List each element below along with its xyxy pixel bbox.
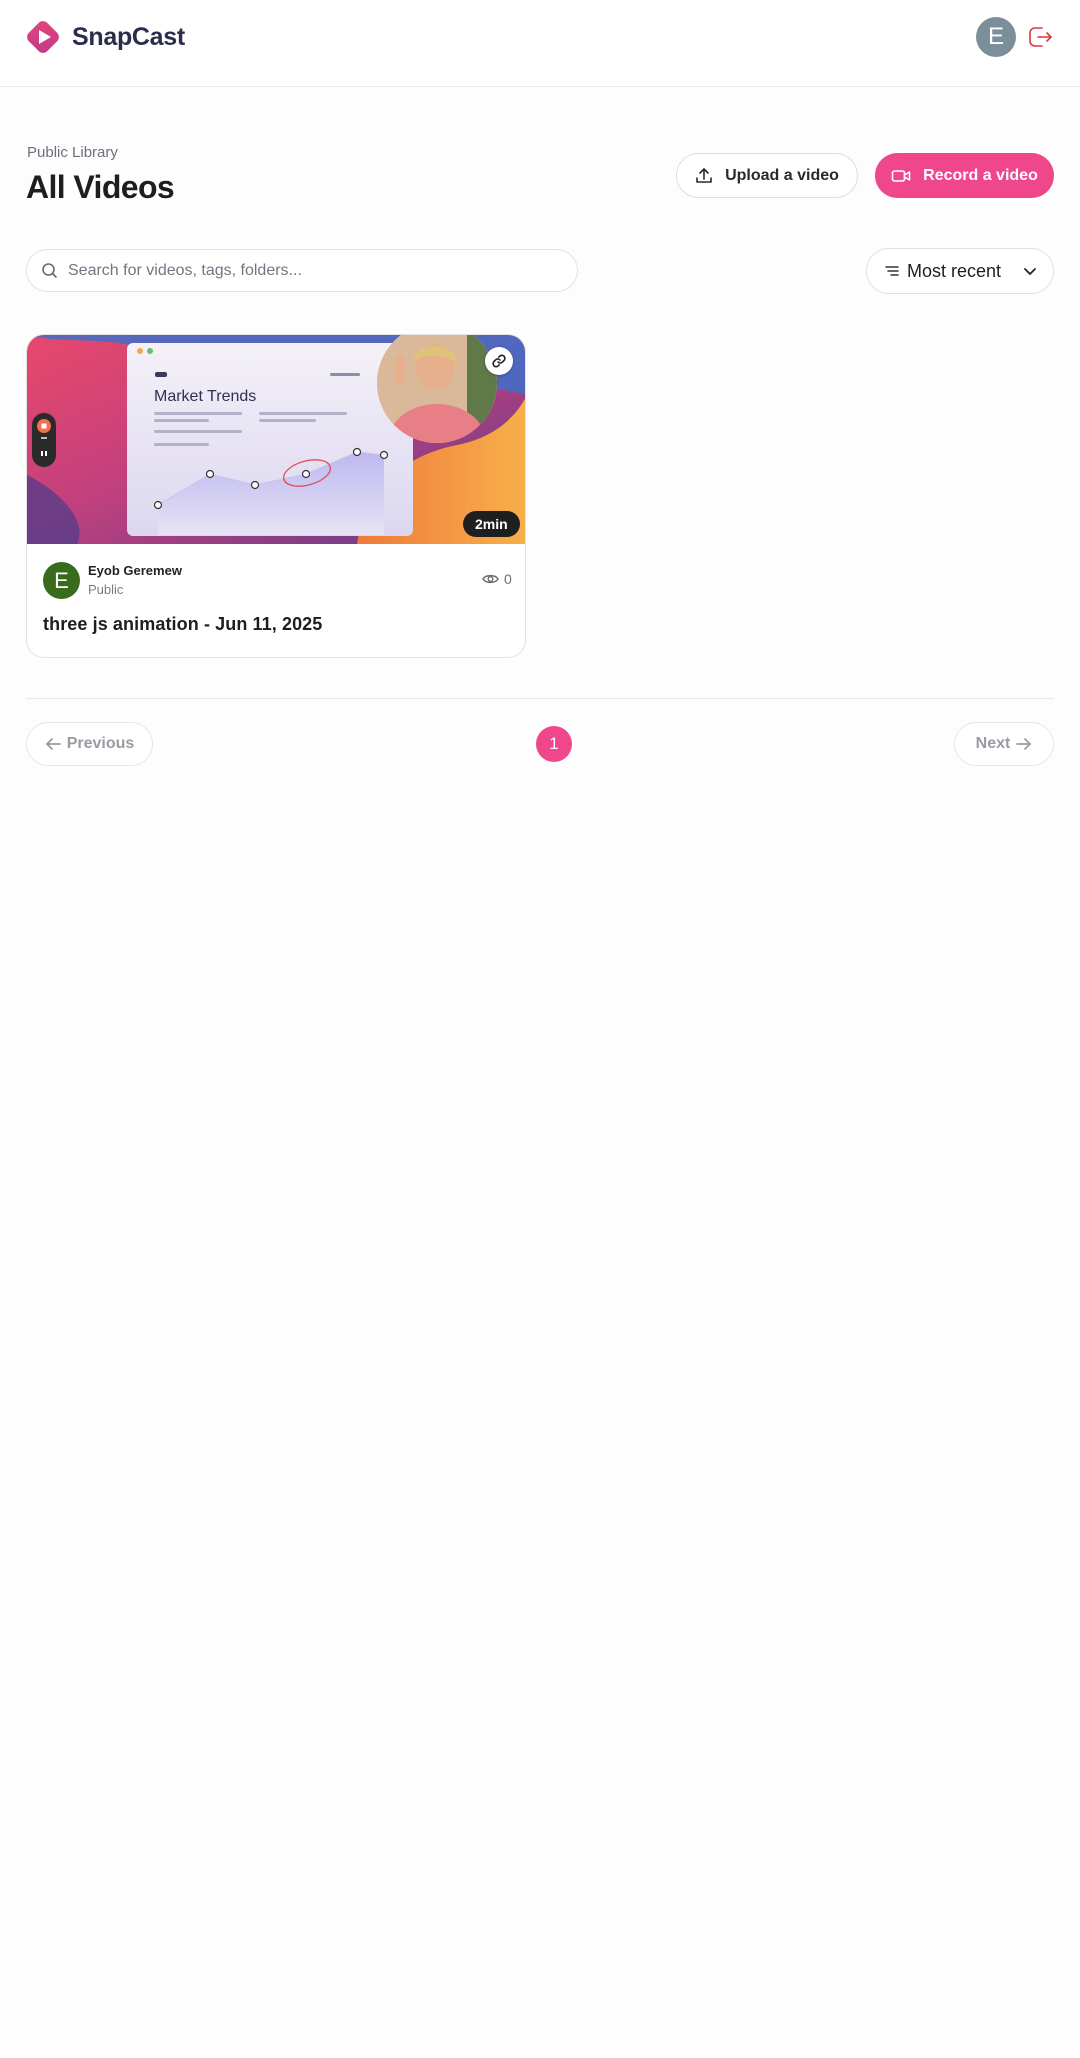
next-page-label: Next xyxy=(975,735,1011,752)
user-avatar[interactable]: E xyxy=(976,17,1016,57)
record-video-button[interactable]: Record a video xyxy=(875,153,1054,198)
video-visibility: Public xyxy=(88,582,124,597)
video-title[interactable]: three js animation - Jun 11, 2025 xyxy=(43,614,322,635)
link-icon xyxy=(492,354,506,368)
copy-link-button[interactable] xyxy=(485,347,513,375)
video-thumbnail[interactable]: Market Trends xyxy=(27,335,526,544)
video-duration-badge: 2min xyxy=(463,511,520,537)
record-video-label: Record a video xyxy=(923,166,1038,184)
author-name: Eyob Geremew xyxy=(88,563,182,578)
app-logo[interactable]: SnapCast xyxy=(24,18,185,56)
eye-icon xyxy=(482,574,499,584)
search-bar xyxy=(26,249,578,292)
view-count: 0 xyxy=(482,571,512,587)
search-input[interactable] xyxy=(68,261,548,280)
sort-selected-value: Most recent xyxy=(907,260,1002,281)
view-count-value: 0 xyxy=(504,571,512,587)
upload-video-label: Upload a video xyxy=(725,166,839,184)
thumbnail-heading: Market Trends xyxy=(154,388,256,405)
page-number-button[interactable]: 1 xyxy=(536,726,572,762)
page-subtitle: Public Library xyxy=(27,144,118,161)
arrow-right-icon xyxy=(1016,738,1032,750)
sort-lines-icon xyxy=(885,266,899,276)
upload-video-button[interactable]: Upload a video xyxy=(676,153,858,198)
search-icon xyxy=(42,263,57,278)
previous-page-button[interactable]: Previous xyxy=(26,722,153,766)
top-navbar: SnapCast E xyxy=(0,0,1080,87)
logout-icon xyxy=(1029,27,1052,47)
page-title: All Videos xyxy=(26,169,175,205)
app-name: SnapCast xyxy=(72,22,185,51)
snapcast-logo-icon xyxy=(27,21,59,53)
sort-dropdown[interactable]: Most recent xyxy=(866,248,1054,294)
next-page-button[interactable]: Next xyxy=(954,722,1054,766)
author-avatar: E xyxy=(43,562,80,599)
previous-page-label: Previous xyxy=(66,735,135,752)
logout-button[interactable] xyxy=(1025,22,1055,52)
upload-icon xyxy=(696,167,712,183)
video-card[interactable]: Market Trends 2min E Eyob Geremew Public… xyxy=(26,334,526,658)
video-camera-icon xyxy=(891,169,911,182)
pagination-divider xyxy=(26,698,1054,699)
chevron-down-icon xyxy=(1024,268,1036,275)
arrow-left-icon xyxy=(45,738,61,750)
